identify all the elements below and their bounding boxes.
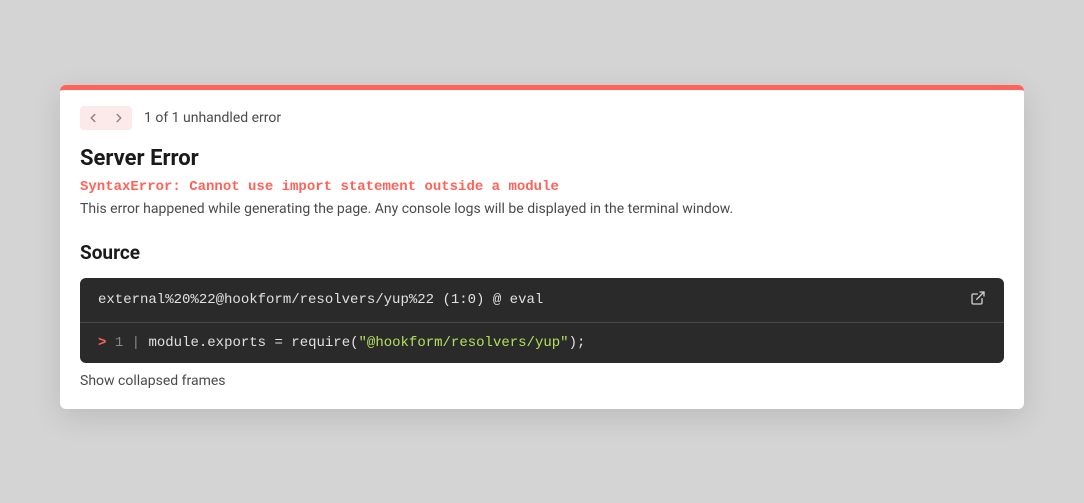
error-caret: > xyxy=(98,335,106,351)
error-count-label: 1 of 1 unhandled error xyxy=(144,110,281,126)
source-title: Source xyxy=(80,241,1004,264)
source-code-block: external%20%22@hookform/resolvers/yup%22… xyxy=(80,278,1004,363)
code-token: ( xyxy=(350,335,358,351)
code-token: require xyxy=(291,335,350,351)
code-token: exports xyxy=(207,335,266,351)
line-pipe: | xyxy=(132,335,140,351)
error-message: SyntaxError: Cannot use import statement… xyxy=(80,179,1004,195)
prev-error-button[interactable] xyxy=(80,106,106,130)
code-token: ) xyxy=(569,335,577,351)
error-overlay-card: 1 of 1 unhandled error Server Error Synt… xyxy=(60,85,1024,409)
error-nav-buttons xyxy=(80,106,132,130)
code-token: module xyxy=(148,335,198,351)
next-error-button[interactable] xyxy=(106,106,132,130)
source-code-header: external%20%22@hookform/resolvers/yup%22… xyxy=(80,278,1004,323)
error-nav-row: 1 of 1 unhandled error xyxy=(80,106,1004,130)
error-title: Server Error xyxy=(80,146,1004,171)
arrow-left-icon xyxy=(86,111,100,125)
error-description: This error happened while generating the… xyxy=(80,201,1004,217)
code-token: . xyxy=(199,335,207,351)
code-token: = xyxy=(266,335,291,351)
external-link-icon xyxy=(970,290,986,306)
show-collapsed-frames-link[interactable]: Show collapsed frames xyxy=(80,373,1004,389)
code-token: ; xyxy=(577,335,585,351)
source-code-line: > 1 | module.exports = require("@hookfor… xyxy=(80,323,1004,363)
open-in-editor-button[interactable] xyxy=(970,290,986,310)
code-token-string: "@hookform/resolvers/yup" xyxy=(359,335,569,351)
line-number: 1 xyxy=(115,335,123,351)
arrow-right-icon xyxy=(112,111,126,125)
source-location: external%20%22@hookform/resolvers/yup%22… xyxy=(98,292,543,308)
